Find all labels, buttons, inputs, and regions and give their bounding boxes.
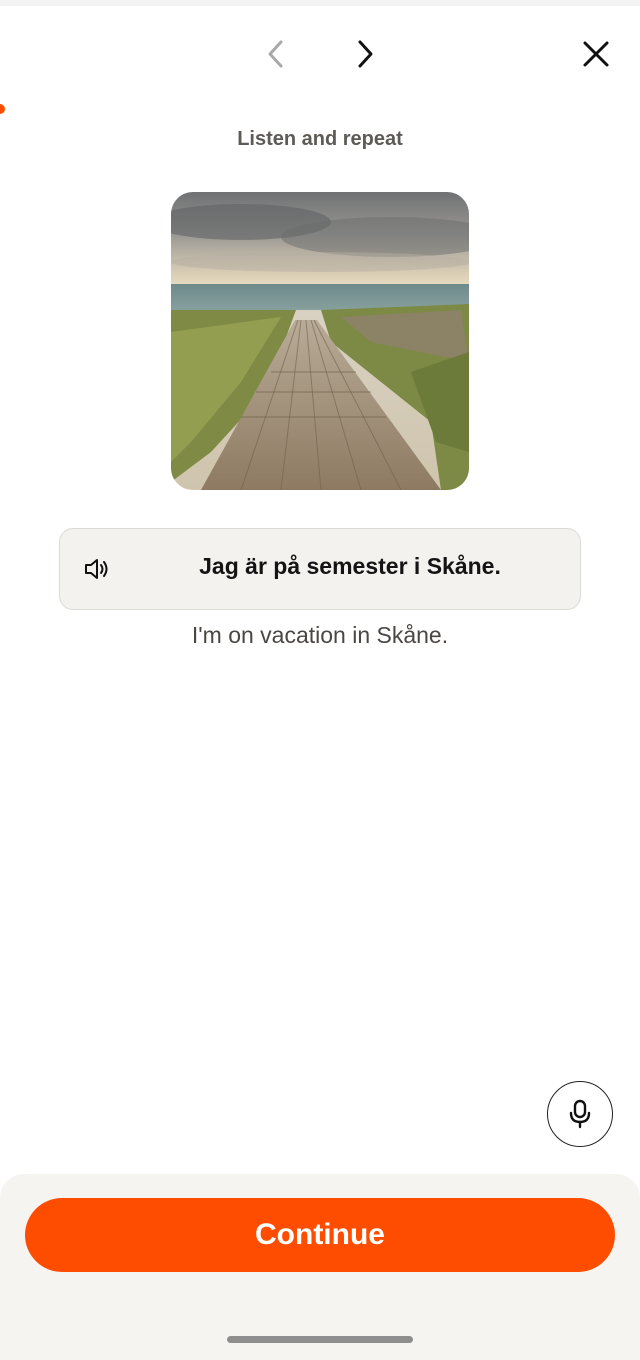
progress-indicator [0, 104, 5, 114]
microphone-button[interactable] [547, 1081, 613, 1147]
translation-text: I'm on vacation in Skåne. [191, 622, 449, 648]
status-bar [0, 0, 640, 6]
phrase-text: Jag är på semester i Skåne. [199, 553, 501, 579]
previous-button[interactable] [256, 34, 296, 74]
home-indicator[interactable] [227, 1336, 413, 1343]
speaker-icon[interactable] [84, 557, 110, 581]
close-button[interactable] [576, 34, 616, 74]
close-icon [583, 41, 609, 67]
phrase-audio-card[interactable]: Jag är på semester i Skåne. [59, 528, 581, 610]
next-button[interactable] [345, 34, 385, 74]
chevron-right-icon [358, 40, 373, 68]
continue-button[interactable]: Continue [25, 1198, 615, 1272]
lesson-screen: Listen and repeat Jag är på semester i S… [0, 0, 640, 1360]
beach-boardwalk-photo [171, 192, 469, 490]
instruction-text: Listen and repeat [237, 128, 403, 150]
chevron-left-icon [268, 40, 283, 68]
microphone-icon [569, 1099, 591, 1129]
